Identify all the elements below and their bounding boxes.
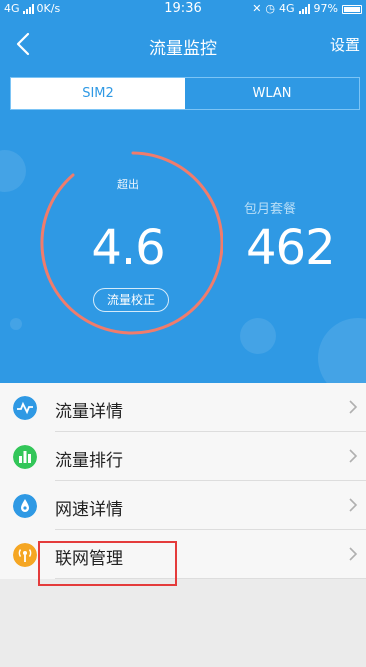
- tab-wlan[interactable]: WLAN: [185, 78, 359, 109]
- decor-bubble: [0, 150, 26, 192]
- gauge-status-label: 超出: [117, 178, 139, 191]
- menu-item-speed-details[interactable]: 网速详情: [0, 481, 366, 530]
- alarm-icon: ◷: [265, 2, 276, 15]
- menu-item-label: 流量排行: [55, 451, 123, 471]
- tab-sim2[interactable]: SIM2: [11, 78, 185, 109]
- settings-button[interactable]: 设置: [330, 34, 360, 55]
- highlight-box: [38, 541, 177, 586]
- chevron-right-icon: [349, 547, 358, 561]
- mute-icon: ✕: [252, 2, 262, 15]
- menu-item-traffic-details[interactable]: 流量详情: [0, 383, 366, 432]
- menu-item-label: 网速详情: [55, 500, 123, 520]
- network-type-2: 4G: [279, 2, 295, 15]
- menu-item-traffic-ranking[interactable]: 流量排行: [0, 432, 366, 481]
- bar-chart-icon: [13, 445, 37, 469]
- decor-bubble: [10, 318, 22, 330]
- battery-percent: 97%: [313, 2, 338, 15]
- decor-bubble: [240, 318, 276, 354]
- menu-item-label: 流量详情: [55, 402, 123, 422]
- nav-bar: 流量监控 设置: [0, 22, 366, 66]
- decor-bubble: [318, 318, 366, 383]
- page-title: 流量监控: [149, 39, 217, 59]
- battery-icon: [342, 4, 362, 14]
- header-panel: 4G 0K/s 19:36 ✕ ◷ 4G 97% 流量监控 设置 SIM2 WL…: [0, 0, 366, 383]
- speed-icon: [13, 494, 37, 518]
- chevron-right-icon: [349, 400, 358, 414]
- antenna-icon: [13, 543, 37, 567]
- calibrate-button[interactable]: 流量校正: [93, 288, 169, 312]
- signal-icon-2: [298, 4, 310, 14]
- chevron-right-icon: [349, 449, 358, 463]
- package-value: 462: [246, 220, 336, 276]
- chevron-right-icon: [349, 498, 358, 512]
- gauge-value: 4.6: [91, 220, 165, 276]
- sim-tab-bar: SIM2 WLAN: [10, 77, 360, 110]
- package-label: 包月套餐: [244, 202, 297, 217]
- wave-icon: [13, 396, 37, 420]
- status-bar: 4G 0K/s 19:36 ✕ ◷ 4G 97%: [0, 0, 366, 18]
